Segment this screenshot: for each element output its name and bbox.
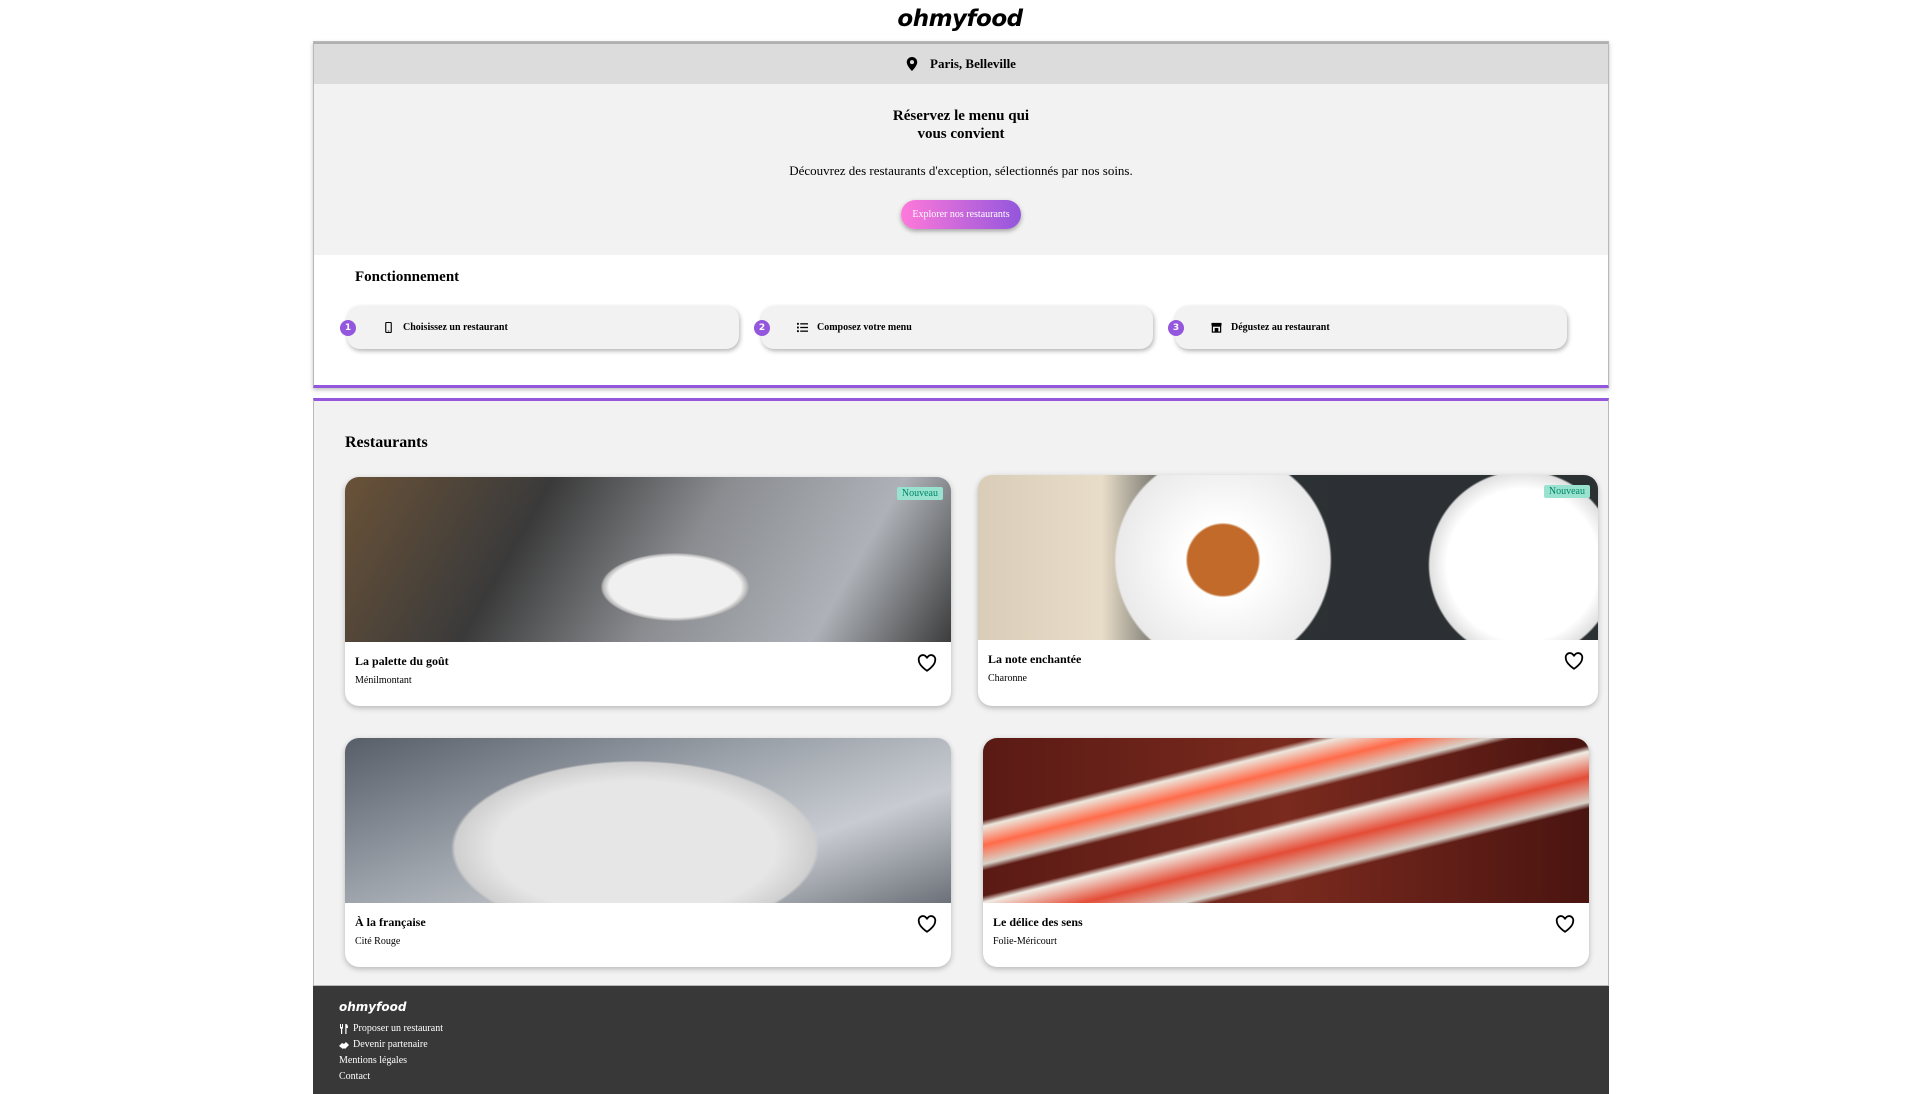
restaurant-photo[interactable]: Nouveau: [978, 475, 1598, 640]
heart-icon[interactable]: [1564, 652, 1584, 670]
footer-link-label: Contact: [339, 1071, 371, 1082]
mobile-phone-icon: [385, 322, 392, 333]
heart-icon[interactable]: [1555, 915, 1575, 933]
hero-title: Réservez le menu qui vous convient: [892, 108, 1030, 142]
restaurant-photo[interactable]: [983, 738, 1589, 903]
footer-link-legal[interactable]: Mentions légales: [339, 1053, 1609, 1069]
location-bar: Paris, Belleville: [314, 42, 1608, 84]
restaurant-area: Ménilmontant: [355, 675, 412, 686]
hero-banner: Réservez le menu qui vous convient Décou…: [314, 84, 1608, 255]
heart-icon[interactable]: [917, 915, 937, 933]
restaurant-area: Charonne: [988, 673, 1027, 684]
heart-icon[interactable]: [917, 654, 937, 672]
footer: ohmyfood Proposer un restaurant Devenir …: [313, 986, 1609, 1094]
footer-link-partner[interactable]: Devenir partenaire: [339, 1037, 1609, 1053]
step-number: 3: [1168, 320, 1184, 336]
restaurant-photo[interactable]: [345, 738, 951, 903]
location-label: Paris, Belleville: [930, 56, 1016, 71]
hero-subtitle: Découvrez des restaurants d'exception, s…: [789, 163, 1133, 178]
hero-section: Paris, Belleville Réservez le menu qui v…: [313, 41, 1609, 388]
step-choose: 1 Choisissez un restaurant: [340, 306, 739, 349]
footer-link-label: Mentions légales: [339, 1055, 408, 1066]
footer-logo[interactable]: ohmyfood: [339, 1000, 1609, 1014]
restaurant-name: Le délice des sens: [993, 915, 1083, 929]
store-icon: [1211, 322, 1222, 333]
restaurant-card[interactable]: Le délice des sens Folie-Méricourt: [983, 738, 1589, 967]
footer-link-propose[interactable]: Proposer un restaurant: [339, 1021, 1609, 1037]
step-number: 1: [340, 320, 356, 336]
restaurant-area: Folie-Méricourt: [993, 936, 1057, 947]
footer-link-contact[interactable]: Contact: [339, 1069, 1609, 1085]
restaurant-area: Cité Rouge: [355, 936, 401, 947]
site-logo[interactable]: ohmyfood: [0, 6, 1920, 32]
restaurant-name: La note enchantée: [988, 652, 1082, 666]
how-it-works: Fonctionnement 1 Choisissez un restauran…: [314, 255, 1608, 349]
step-label: Choisissez un restaurant: [403, 322, 508, 333]
new-badge: Nouveau: [896, 487, 943, 500]
list-icon: [797, 322, 808, 333]
footer-links: Proposer un restaurant Devenir partenair…: [339, 1021, 1609, 1085]
explore-restaurants-button[interactable]: Explorer nos restaurants: [901, 200, 1021, 229]
step-compose: 2 Composez votre menu: [754, 306, 1153, 349]
restaurant-card[interactable]: À la française Cité Rouge: [345, 738, 951, 967]
restaurant-photo[interactable]: Nouveau: [345, 477, 951, 642]
handshake-icon: [339, 1042, 349, 1049]
restaurant-card[interactable]: Nouveau La note enchantée Charonne: [978, 475, 1598, 706]
restaurant-name: La palette du goût: [355, 654, 449, 668]
restaurants-section: Restaurants Nouveau La palette du goût M…: [313, 398, 1609, 986]
footer-link-label: Proposer un restaurant: [353, 1023, 443, 1034]
step-label: Composez votre menu: [817, 322, 912, 333]
restaurant-name: À la française: [355, 915, 426, 929]
footer-link-label: Devenir partenaire: [353, 1039, 428, 1050]
step-label: Dégustez au restaurant: [1231, 322, 1330, 333]
utensils-icon: [340, 1024, 348, 1034]
how-title: Fonctionnement: [355, 269, 460, 285]
new-badge: Nouveau: [1543, 485, 1590, 498]
step-number: 2: [754, 320, 770, 336]
step-taste: 3 Dégustez au restaurant: [1168, 306, 1567, 349]
map-pin-icon: [906, 57, 918, 71]
steps-list: 1 Choisissez un restaurant 2 Composez vo…: [340, 306, 1608, 349]
restaurant-card[interactable]: Nouveau La palette du goût Ménilmontant: [345, 477, 951, 706]
restaurants-title: Restaurants: [345, 434, 428, 451]
